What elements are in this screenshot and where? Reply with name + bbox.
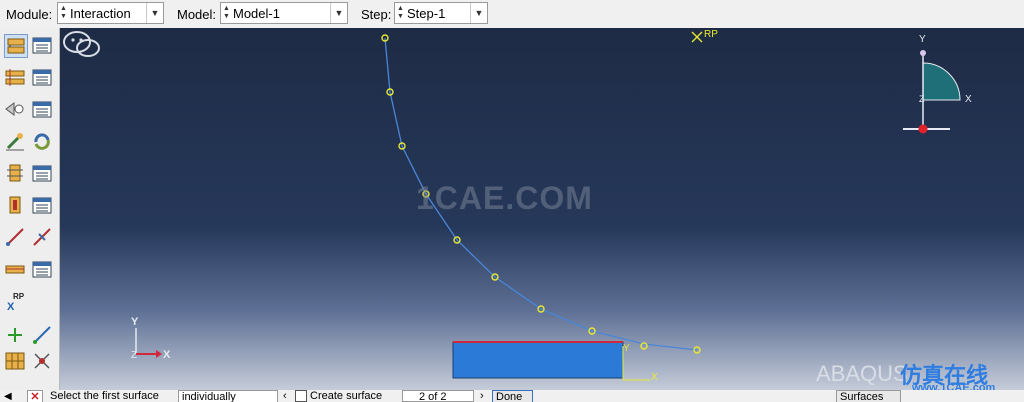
triad-x-label: X <box>965 94 972 105</box>
create-interaction-button[interactable] <box>4 34 28 58</box>
spin-arrows-icon[interactable]: ▲ ▼ <box>59 5 68 21</box>
model-value: Model-1 <box>233 6 280 21</box>
view-triad: Y X Z <box>131 316 171 361</box>
swap-surfaces-button[interactable] <box>31 130 55 154</box>
create-connector-button[interactable] <box>4 226 28 250</box>
constraint-manager-button[interactable] <box>31 162 55 186</box>
connector-icon <box>6 228 24 246</box>
rp-tool-x: X <box>7 301 15 313</box>
create-wire-button[interactable] <box>4 258 28 282</box>
create-datum-axis-button[interactable] <box>31 324 55 348</box>
find-contact-icon <box>6 133 24 151</box>
interaction-toolbox: RP X <box>0 28 60 390</box>
brand-abaqus: ABAQUS <box>816 361 908 386</box>
surfaces-button[interactable]: Surfaces <box>836 390 901 402</box>
create-constraint-button[interactable] <box>4 162 28 186</box>
done-button[interactable]: Done <box>492 390 533 402</box>
separator-mark: ‹ <box>283 390 287 402</box>
contact-control-icon <box>5 102 24 116</box>
create-reference-point-button[interactable]: RP X <box>4 290 32 314</box>
create-contact-control-button[interactable] <box>4 98 28 122</box>
prompt-area: ◀ ✕ Select the first surface individuall… <box>0 390 1024 402</box>
create-interaction-property-button[interactable] <box>4 66 28 90</box>
connector-assign-icon <box>33 228 51 246</box>
triad-z-label: Z <box>919 94 925 104</box>
create-datum-point-button[interactable] <box>4 324 28 348</box>
connector-manager-button[interactable] <box>31 226 55 250</box>
swap-icon <box>34 133 50 150</box>
manager-table-icon <box>32 101 52 118</box>
model-select[interactable]: ▲ ▼ Model-1 ▼ <box>220 2 348 24</box>
watermark-text: 1CAE.COM <box>416 180 593 216</box>
property-manager-button[interactable] <box>31 66 55 90</box>
contact-control-manager-button[interactable] <box>31 98 55 122</box>
global-triad: Y X Z <box>903 34 972 134</box>
fastener-manager-button[interactable] <box>31 194 55 218</box>
prompt-text: Select the first surface <box>50 390 159 402</box>
rp-tool-label: RP <box>13 292 25 301</box>
manager-table-icon <box>32 261 52 278</box>
selection-method-value: individually <box>182 391 236 402</box>
chevron-down-icon[interactable]: ▼ <box>146 3 163 23</box>
datum-csys-icon <box>34 353 50 369</box>
interaction-manager-button[interactable] <box>31 34 55 58</box>
spin-arrows-icon[interactable]: ▲ ▼ <box>396 5 405 21</box>
reference-point-icon: RP X <box>7 292 25 313</box>
context-bar: Module: ▲ ▼ Interaction ▼ Model: ▲ ▼ Model… <box>0 0 1024 29</box>
model-label: Model: <box>177 7 217 22</box>
fastener-icon <box>9 196 21 214</box>
model-viewport[interactable]: RP Y X Y X Z Y X Z 1CAE.COM ABAQUS 仿真在线 … <box>60 28 1024 390</box>
surface-counter[interactable]: 2 of 2 <box>402 390 474 402</box>
manager-table-icon <box>32 165 52 182</box>
module-select[interactable]: ▲ ▼ Interaction ▼ <box>57 2 164 24</box>
manager-table-icon <box>32 197 52 214</box>
deformable-part[interactable] <box>452 341 624 379</box>
property-icon <box>5 69 25 86</box>
datum-axis-icon <box>33 326 51 344</box>
view-triad-z: Z <box>131 350 137 361</box>
create-fastener-button[interactable] <box>4 194 28 218</box>
datum-plane-icon <box>5 352 25 370</box>
part-csys-y: Y <box>623 343 630 354</box>
interaction-create-icon <box>7 38 25 54</box>
cancel-x-icon[interactable]: ✕ <box>27 390 43 402</box>
triad-y-label: Y <box>919 34 926 45</box>
chevron-down-icon[interactable]: ▼ <box>330 3 347 23</box>
module-value: Interaction <box>70 6 131 21</box>
step-select[interactable]: ▲ ▼ Step-1 ▼ <box>394 2 488 24</box>
manager-table-icon <box>32 69 52 86</box>
create-datum-plane-button[interactable] <box>4 350 28 374</box>
part-csys-x: X <box>651 372 658 383</box>
create-surface-checkbox[interactable] <box>295 390 307 402</box>
spin-arrows-icon[interactable]: ▲ ▼ <box>222 5 231 21</box>
brand-url: www.1CAE.com <box>912 382 996 390</box>
separator-mark: › <box>480 390 484 402</box>
constraint-icon <box>7 164 23 182</box>
wire-manager-button[interactable] <box>31 258 55 282</box>
create-surface-label: Create surface <box>310 390 383 402</box>
manager-table-icon <box>32 37 52 54</box>
rp-label: RP <box>704 29 718 40</box>
find-contact-pairs-button[interactable] <box>4 130 28 154</box>
wechat-logo-icon <box>63 31 100 57</box>
selection-method-select[interactable]: individually <box>178 390 278 402</box>
plus-icon <box>8 328 22 342</box>
view-triad-x: X <box>163 349 171 361</box>
view-triad-y: Y <box>131 316 139 328</box>
back-arrow-icon[interactable]: ◀ <box>4 390 12 402</box>
chevron-down-icon[interactable]: ▼ <box>470 3 487 23</box>
module-label: Module: <box>6 7 53 22</box>
step-value: Step-1 <box>407 6 446 21</box>
wire-icon <box>5 265 25 274</box>
create-datum-csys-button[interactable] <box>31 350 55 374</box>
step-label: Step: <box>361 7 392 22</box>
reference-point-marker[interactable]: RP <box>691 29 718 43</box>
